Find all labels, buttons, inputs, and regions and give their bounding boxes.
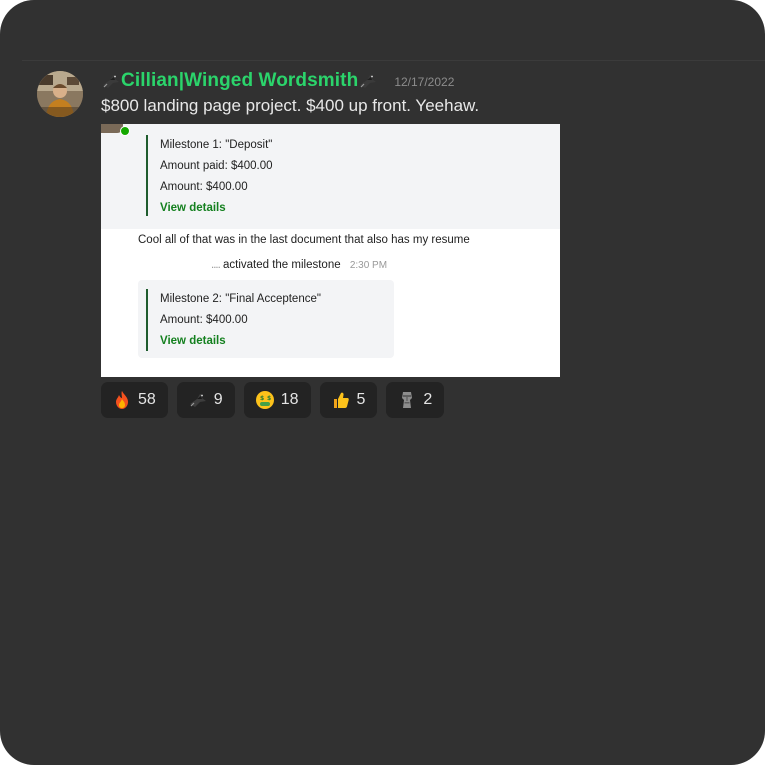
milestone-1-amount: Amount: $400.00 — [160, 181, 248, 193]
svg-text:$: $ — [267, 395, 271, 402]
thumbs-up-icon — [331, 390, 351, 410]
fire-icon — [112, 390, 132, 410]
activity-text: activated the milestone — [222, 259, 341, 271]
message-timestamp: 12/17/2022 — [394, 75, 455, 89]
reaction-thumbs-up[interactable]: 5 — [319, 382, 378, 418]
divider — [22, 60, 765, 61]
milestone-1-paid: Amount paid: $400.00 — [160, 160, 273, 172]
reaction-crow[interactable]: 9 — [176, 382, 235, 418]
reaction-count: 9 — [213, 391, 223, 408]
reaction-money-mouth[interactable]: $ $ 18 — [243, 382, 311, 418]
reaction-count: 2 — [423, 391, 433, 408]
reaction-count: 58 — [138, 391, 156, 408]
reaction-fire[interactable]: 58 — [101, 382, 168, 418]
message-header: Cillian|Winged Wordsmith 12/17/2022 — [101, 68, 454, 94]
activity-user: .... — [211, 259, 221, 271]
reaction-moai[interactable]: 2 — [386, 382, 445, 418]
milestone-2-title: Milestone 2: "Final Acceptence" — [160, 293, 321, 305]
crow-icon — [358, 71, 378, 91]
milestone-1-title: Milestone 1: "Deposit" — [160, 139, 273, 151]
activity-time: 2:30 PM — [349, 260, 388, 271]
crow-icon — [188, 390, 208, 410]
svg-text:$: $ — [260, 395, 264, 402]
milestone-2-amount: Amount: $400.00 — [160, 314, 248, 326]
milestone-1-view-details-link: View details — [160, 202, 226, 214]
attachment-chat-line: Cool all of that was in the last documen… — [138, 234, 470, 246]
moai-icon — [397, 390, 417, 410]
image-attachment[interactable]: Milestone 1: "Deposit" Amount paid: $400… — [101, 124, 560, 377]
milestone-1-block: Milestone 1: "Deposit" Amount paid: $400… — [146, 135, 273, 216]
reaction-count: 5 — [356, 391, 366, 408]
crow-icon — [101, 71, 121, 91]
message-panel: Cillian|Winged Wordsmith 12/17/2022 $800… — [0, 0, 765, 765]
milestone-2-view-details-link: View details — [160, 335, 226, 347]
avatar[interactable] — [37, 71, 83, 117]
attachment-activity-line: .... activated the milestone 2:30 PM — [211, 259, 387, 271]
money-mouth-face-icon: $ $ — [255, 390, 275, 410]
online-status-dot — [120, 126, 130, 136]
message-text: $800 landing page project. $400 up front… — [101, 96, 480, 115]
milestone-2-block: Milestone 2: "Final Acceptence" Amount: … — [146, 289, 321, 351]
reactions-bar: 58 9 $ $ 18 5 2 — [101, 382, 445, 418]
reaction-count: 18 — [280, 391, 299, 408]
author-name[interactable]: Cillian|Winged Wordsmith — [121, 70, 358, 92]
